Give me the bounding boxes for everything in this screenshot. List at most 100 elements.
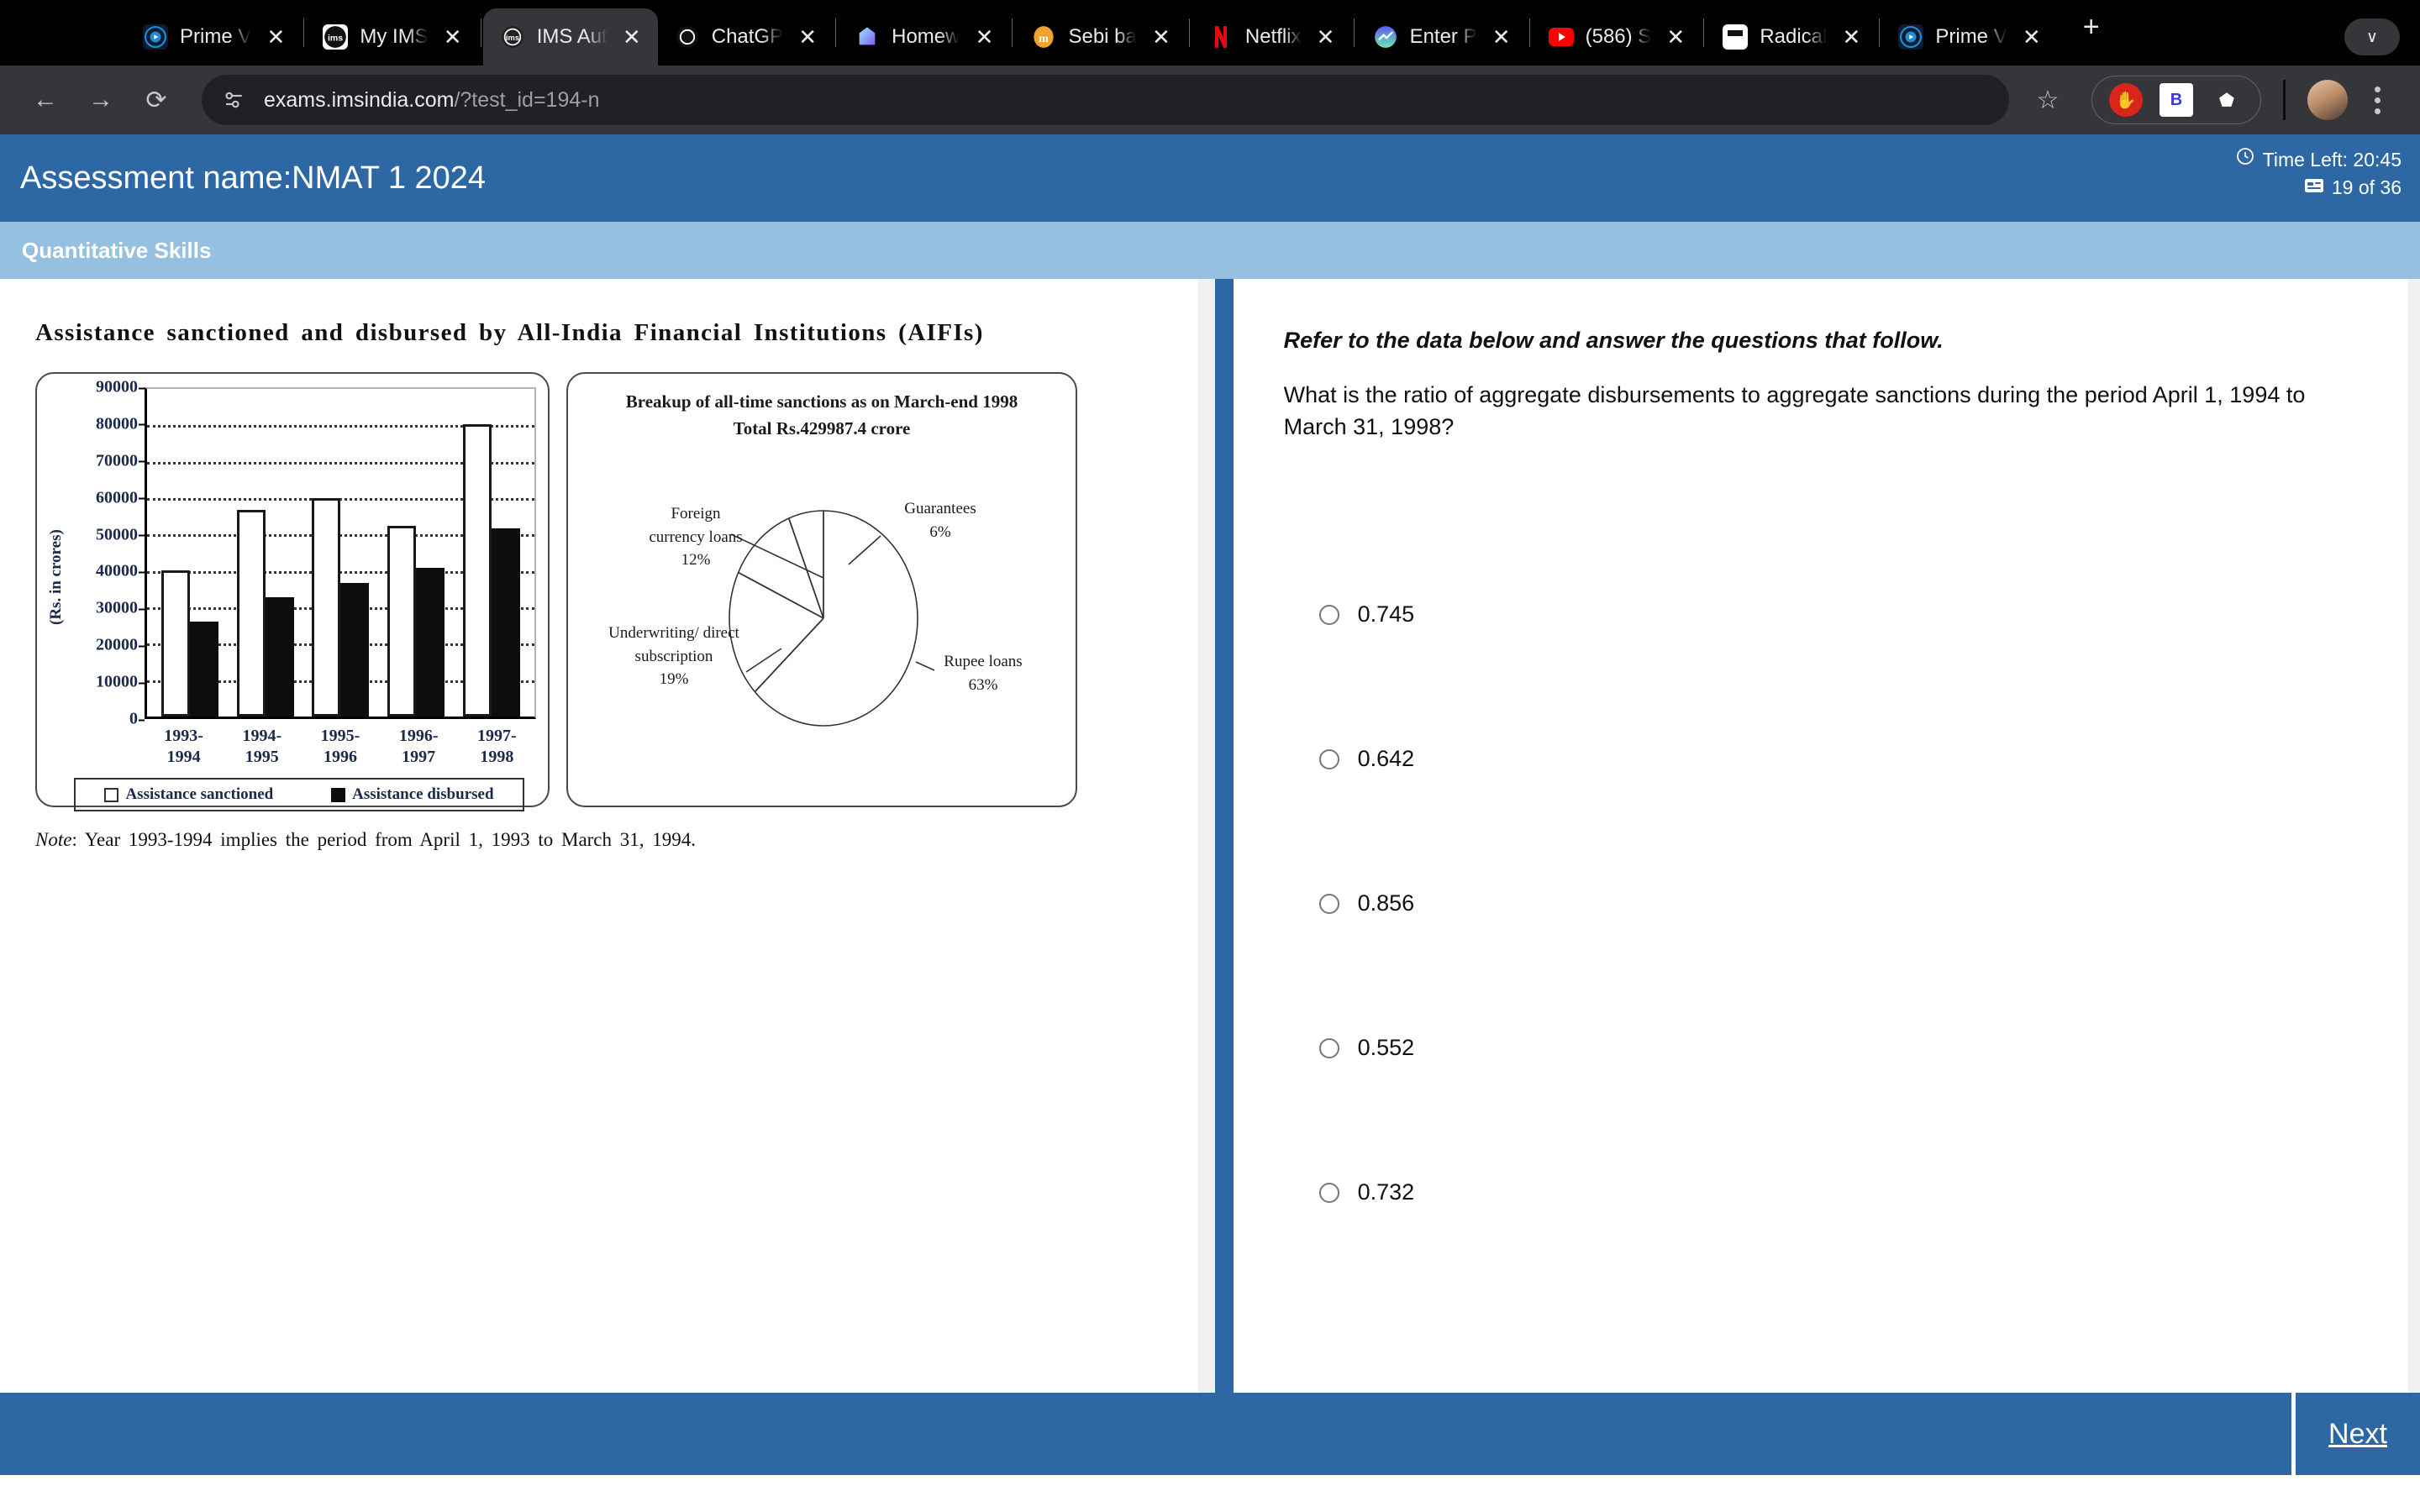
legend-label: Assistance sanctioned — [125, 785, 274, 803]
pie-chart-subtitle: Total Rs.429987.4 crore — [733, 417, 911, 438]
answer-option-radio[interactable] — [1318, 748, 1339, 769]
answer-option-radio[interactable] — [1318, 604, 1339, 625]
bar-group — [160, 389, 220, 717]
tab-title: IMS Aut — [536, 25, 608, 48]
tab-title: Enter P — [1409, 25, 1477, 48]
exam-meta: Time Left: 20:45 19 of 36 — [2235, 146, 2402, 202]
answer-option[interactable]: 0.642 — [1284, 687, 2370, 832]
question-instruction: Refer to the data below and answer the q… — [1283, 328, 1944, 353]
question-pane: Refer to the data below and answer the q… — [1233, 279, 2420, 1393]
bar-chart-y-tick: 20000 — [96, 635, 145, 654]
browser-tab[interactable]: Radical ✕ — [1706, 8, 1877, 66]
avatar[interactable] — [2307, 80, 2348, 120]
svg-text:m: m — [1039, 33, 1050, 45]
reload-icon[interactable]: ⟳ — [133, 76, 180, 123]
tab-close-icon[interactable]: ✕ — [1489, 26, 1514, 48]
browser-tab-active[interactable]: ims IMS Aut ✕ — [482, 8, 658, 66]
answer-options: 0.745 0.642 0.856 0.552 0.732 — [1284, 543, 2370, 1265]
bitwarden-icon[interactable]: B — [2160, 83, 2193, 117]
next-button[interactable]: Next — [2296, 1393, 2420, 1475]
answer-option-radio[interactable] — [1318, 893, 1339, 914]
browser-tab[interactable]: m Sebi ba ✕ — [1014, 8, 1186, 66]
adblock-icon[interactable]: ✋ — [2109, 83, 2143, 117]
time-left-row: Time Left: 20:45 — [2235, 146, 2402, 174]
address-bar[interactable]: exams.imsindia.com/?test_id=194-n — [202, 75, 2009, 125]
browser-tab[interactable]: ims My IMS ✕ — [306, 8, 478, 66]
tab-close-icon[interactable]: ✕ — [1149, 26, 1174, 48]
tab-close-icon[interactable]: ✕ — [263, 26, 288, 48]
pane-gap — [1197, 279, 1215, 1393]
bar-chart-y-tick: 10000 — [96, 672, 145, 691]
netflix-icon — [1208, 24, 1234, 50]
page-title: Assessment name:NMAT 1 2024 — [20, 160, 487, 196]
bar-disbursed — [189, 622, 218, 717]
answer-option[interactable]: 0.732 — [1284, 1121, 2370, 1265]
bar-chart-x-labels: 1993- 1994 1994- 1995 1995- 1996 1996- 1997 1997… — [145, 726, 536, 768]
clock-icon — [2235, 146, 2255, 174]
bar-chart-y-ticks: 0 10000 20000 30000 40000 50000 60000 70000 8000… — [67, 378, 145, 728]
pie-label-value: 6% — [929, 522, 951, 541]
browser-tab[interactable]: (586) S ✕ — [1532, 8, 1702, 66]
bar-chart-plot — [145, 387, 536, 719]
pie-label-value: 12% — [681, 551, 711, 570]
browser-tab[interactable]: Netflix ✕ — [1192, 8, 1352, 66]
browser-tab[interactable]: Homew ✕ — [838, 8, 1010, 66]
browser-tab[interactable]: Prime V ✕ — [1881, 8, 2057, 66]
bar-chart-x-label: 1996- 1997 — [398, 727, 439, 766]
question-counter-row: 19 of 36 — [2235, 174, 2402, 202]
back-icon[interactable]: ← — [22, 76, 69, 123]
tab-title: ChatGP — [711, 25, 784, 48]
tab-close-icon[interactable]: ✕ — [1839, 26, 1864, 48]
pie-chart-plot: Foreign currency loans 12% Guarantees 6%… — [581, 442, 1062, 795]
pie-label-guarantees: Guarantees 6% — [877, 497, 1003, 543]
legend-label: Assistance disbursed — [352, 785, 494, 803]
tab-close-icon[interactable]: ✕ — [619, 26, 644, 48]
bar-sanctioned — [463, 424, 492, 717]
tab-close-icon[interactable]: ✕ — [2019, 26, 2044, 48]
tab-separator — [1012, 18, 1013, 47]
extensions-puzzle-icon[interactable]: ⬟ — [2210, 83, 2244, 117]
bar-chart-y-tick: 30000 — [96, 598, 145, 617]
answer-option-radio[interactable] — [1318, 1182, 1339, 1203]
pie-label-underwriting: Underwriting/ direct subscription 19% — [607, 622, 741, 691]
bar-group — [386, 389, 446, 717]
tab-close-icon[interactable]: ✕ — [795, 26, 820, 48]
tab-separator — [835, 18, 837, 47]
ims-icon: ims — [500, 24, 525, 50]
answer-option[interactable]: 0.856 — [1284, 832, 2370, 976]
bar-chart-y-tick: 60000 — [96, 488, 145, 507]
forward-icon[interactable]: → — [77, 76, 124, 123]
bookmark-star-icon[interactable]: ☆ — [2024, 76, 2071, 123]
browser-tab[interactable]: ChatGP ✕ — [658, 8, 834, 66]
stimulus-title: Assistance sanctioned and disbursed by A… — [35, 319, 984, 346]
section-name: Quantitative Skills — [22, 237, 212, 263]
tab-close-icon[interactable]: ✕ — [1663, 26, 1688, 48]
bar-group — [235, 389, 296, 717]
browser-tab[interactable]: Prime V ✕ — [126, 8, 302, 66]
answer-option-radio[interactable] — [1318, 1037, 1339, 1058]
bar-sanctioned — [160, 570, 190, 717]
answer-option[interactable]: 0.745 — [1284, 543, 2370, 687]
bar-chart-x-label: 1997- 1998 — [477, 727, 517, 766]
tab-close-icon[interactable]: ✕ — [971, 26, 997, 48]
question-palette-icon — [2304, 174, 2324, 202]
answer-option[interactable]: 0.552 — [1284, 976, 2370, 1121]
tab-title: Sebi ba — [1068, 25, 1137, 48]
bar-chart-y-tick: 0 — [129, 709, 145, 728]
browser-tab[interactable]: Enter P ✕ — [1356, 8, 1528, 66]
scrollbar[interactable] — [2408, 279, 2420, 1393]
site-settings-icon[interactable] — [220, 86, 249, 114]
tab-separator — [303, 18, 305, 47]
sebi-icon: m — [1031, 24, 1056, 50]
new-tab-button[interactable]: + — [2073, 11, 2110, 44]
tab-separator — [1703, 18, 1705, 47]
pie-chart-figure: Breakup of all-time sanctions as on Marc… — [566, 372, 1077, 807]
tab-close-icon[interactable]: ✕ — [1313, 26, 1339, 48]
pie-label-text: Guarantees — [904, 500, 976, 517]
pane-divider[interactable] — [1214, 279, 1234, 1393]
pie-label-text: Foreign currency loans — [649, 505, 743, 546]
tab-title: Prime V — [180, 25, 252, 48]
tab-search-icon[interactable]: ∨ — [2344, 18, 2400, 55]
tab-close-icon[interactable]: ✕ — [440, 26, 466, 48]
chrome-menu-icon[interactable] — [2356, 76, 2398, 123]
